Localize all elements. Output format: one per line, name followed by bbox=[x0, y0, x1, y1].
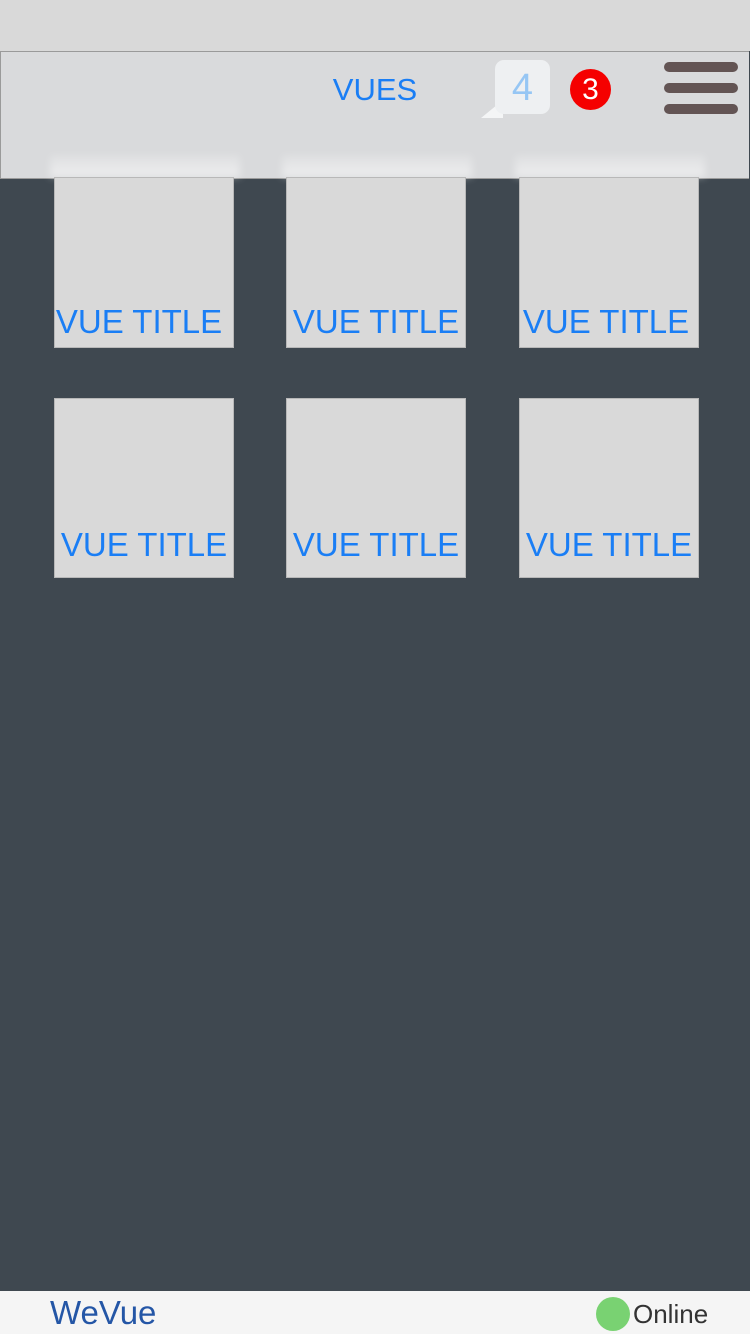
online-status-label: Online bbox=[633, 1299, 709, 1329]
vue-tile[interactable]: VUE TITLE bbox=[54, 398, 234, 578]
vue-tile-title: VUE TITLE bbox=[522, 303, 690, 340]
chat-count[interactable]: 4 bbox=[495, 66, 550, 110]
menu-bar-top bbox=[664, 62, 738, 72]
menu-bar-middle bbox=[664, 83, 738, 93]
vue-tile[interactable]: VUE TITLE bbox=[286, 398, 466, 578]
menu-bar-bottom bbox=[664, 104, 738, 114]
vue-tile-title: VUE TITLE bbox=[55, 303, 223, 340]
vue-tile[interactable]: VUE TITLE bbox=[519, 398, 699, 578]
vue-tile[interactable]: VUE TITLE bbox=[54, 177, 234, 348]
tile-shadow bbox=[50, 155, 240, 177]
tile-shadow bbox=[515, 155, 705, 177]
page-title: VUES bbox=[332, 72, 418, 107]
vue-tile-title: VUE TITLE bbox=[292, 526, 460, 563]
hamburger-menu-icon[interactable] bbox=[664, 60, 738, 116]
vue-tile[interactable]: VUE TITLE bbox=[519, 177, 699, 348]
online-status-dot-icon bbox=[596, 1297, 630, 1331]
vue-tile-title: VUE TITLE bbox=[292, 303, 460, 340]
vue-tile-title: VUE TITLE bbox=[60, 526, 228, 563]
vue-tile-title: VUE TITLE bbox=[525, 526, 693, 563]
vue-tile[interactable]: VUE TITLE bbox=[286, 177, 466, 348]
top-status-strip bbox=[0, 0, 750, 51]
notification-badge[interactable]: 3 bbox=[570, 69, 611, 110]
tile-shadow bbox=[282, 155, 472, 177]
brand-name: WeVue bbox=[50, 1294, 157, 1331]
